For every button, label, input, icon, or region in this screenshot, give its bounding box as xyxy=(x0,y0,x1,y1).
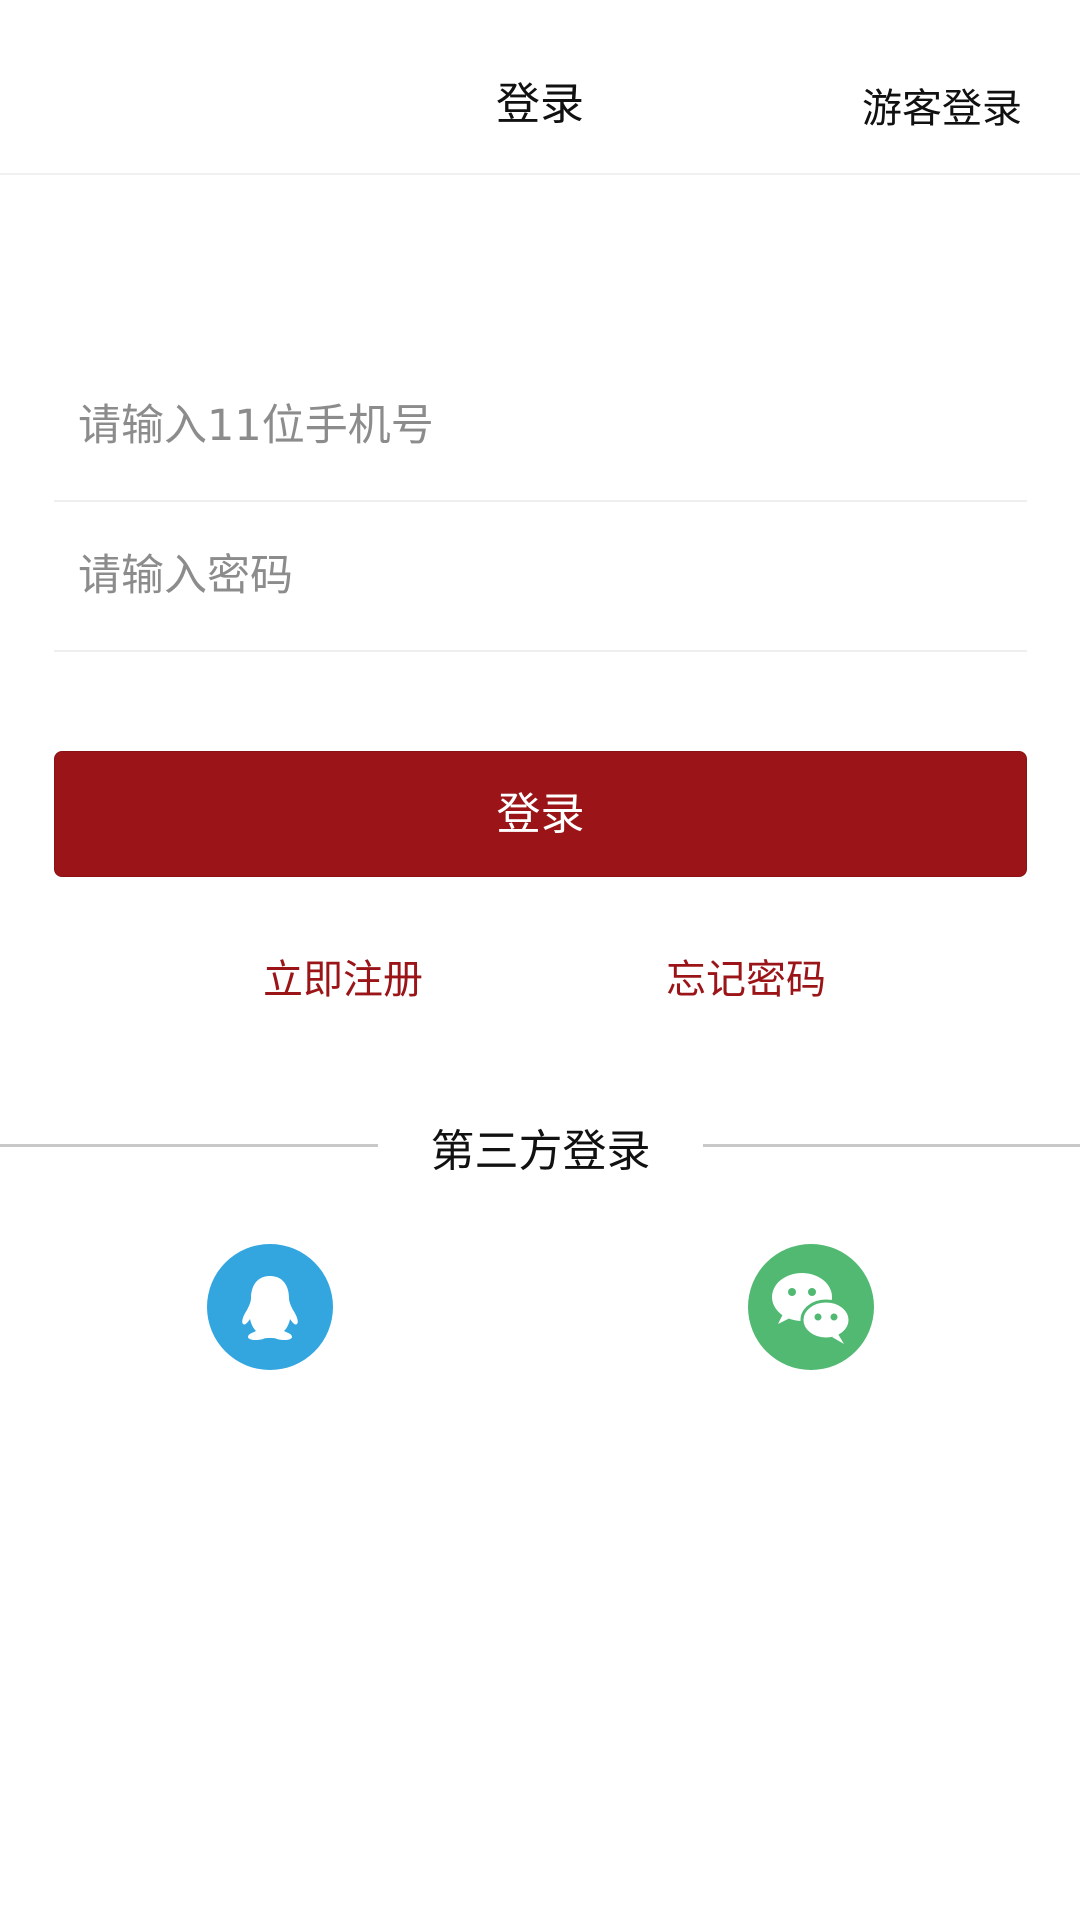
password-input[interactable] xyxy=(54,502,1027,650)
divider-left xyxy=(0,1144,378,1147)
qq-icon xyxy=(207,1244,333,1370)
third-party-label: 第三方登录 xyxy=(430,1126,651,1177)
qq-login-button[interactable] xyxy=(207,1244,333,1370)
wechat-login-button[interactable] xyxy=(748,1244,874,1370)
register-link[interactable]: 立即注册 xyxy=(263,947,423,1005)
phone-input[interactable] xyxy=(54,352,1027,500)
divider-right xyxy=(703,1144,1080,1147)
login-button[interactable]: 登录 xyxy=(54,751,1027,877)
header: 登录 游客登录 xyxy=(0,0,1080,175)
wechat-icon xyxy=(748,1244,874,1370)
guest-login-button[interactable]: 游客登录 xyxy=(862,76,1022,134)
password-field xyxy=(54,502,1027,652)
forgot-password-link[interactable]: 忘记密码 xyxy=(666,947,826,1005)
phone-field xyxy=(54,352,1027,502)
login-page: 登录 游客登录 登录 立即注册 忘记密码 第三方登录 xyxy=(0,0,1080,1920)
